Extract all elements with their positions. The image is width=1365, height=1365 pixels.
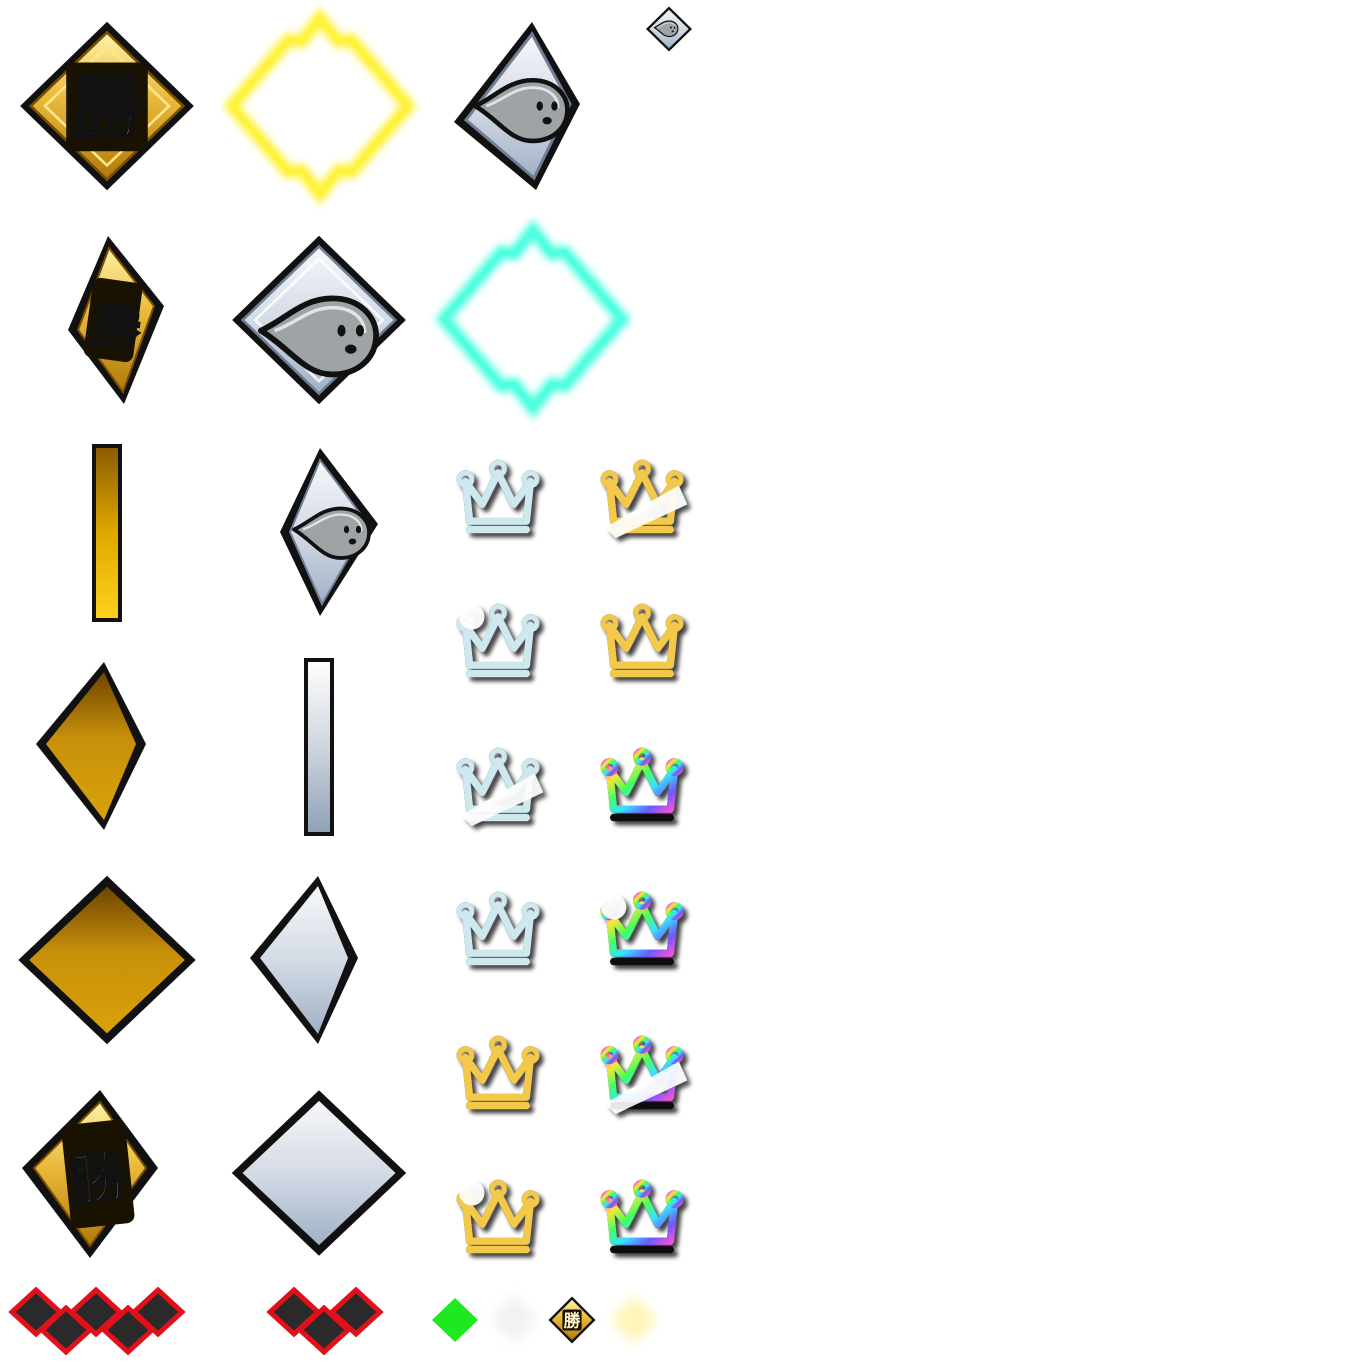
ghost-badge-large-icon xyxy=(230,234,408,406)
life-stock-icon xyxy=(266,1282,386,1360)
silver-diamond-narrow-icon xyxy=(248,874,360,1046)
white-glow-diamond-icon xyxy=(486,1290,542,1348)
crown-icon xyxy=(450,598,546,682)
crown-icon xyxy=(450,1174,546,1258)
crown-icon xyxy=(450,886,546,970)
life-stock-icon xyxy=(8,1282,190,1360)
win-badge-perspective-icon: 勝 xyxy=(20,1088,160,1260)
crown-icon xyxy=(594,886,690,970)
crown-icon xyxy=(450,742,546,826)
ghost-badge-mini-icon xyxy=(645,6,693,52)
crown-icon xyxy=(594,1174,690,1258)
win-badge-large-icon: 勝 xyxy=(18,20,196,192)
cyan-glow-frame-icon xyxy=(438,226,628,412)
crown-icon xyxy=(450,454,546,538)
win-kanji-perspective: 勝 xyxy=(67,1143,131,1215)
crown-icon xyxy=(594,742,690,826)
ghost-badge-narrow-icon xyxy=(278,446,380,618)
win-kanji-mini: 勝 xyxy=(564,1311,581,1331)
crown-icon xyxy=(594,454,690,538)
crown-icon xyxy=(594,598,690,682)
silver-diamond-wide-icon xyxy=(230,1088,408,1258)
win-kanji: 勝 xyxy=(72,68,142,149)
win-kanji-skewed: 勝 xyxy=(88,297,144,359)
gold-diamond-wide-icon xyxy=(16,874,198,1046)
yellow-glow-frame-icon xyxy=(226,14,414,198)
crown-icon xyxy=(450,1030,546,1114)
ghost-badge-skewed-icon xyxy=(452,20,582,192)
win-badge-mini-icon: 勝 xyxy=(548,1296,596,1344)
gold-diamond-narrow-icon xyxy=(34,660,148,832)
cream-glow-diamond-icon xyxy=(606,1292,662,1348)
green-diamond-icon xyxy=(430,1296,480,1344)
win-badge-skewed-icon: 勝 xyxy=(66,234,166,406)
gold-bar-icon xyxy=(92,444,122,622)
crown-icon xyxy=(594,1030,690,1114)
silver-bar-icon xyxy=(304,658,334,836)
